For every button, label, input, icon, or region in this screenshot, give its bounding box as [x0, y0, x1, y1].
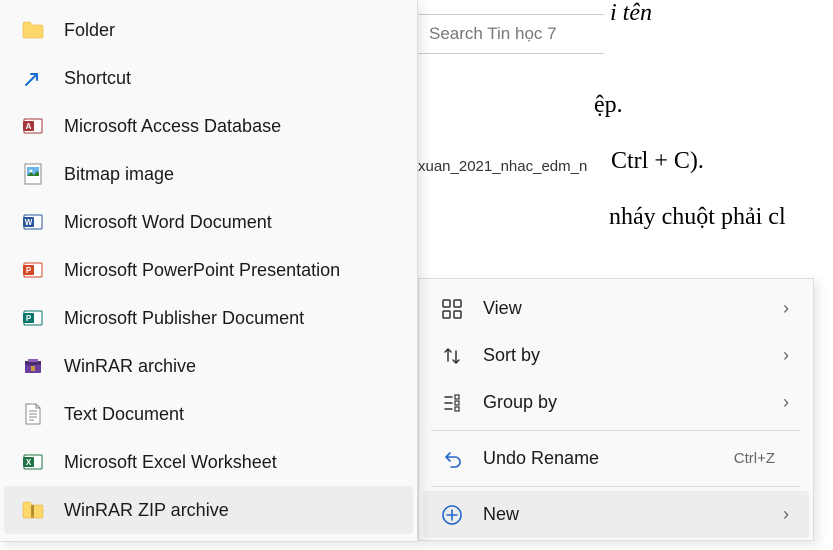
bg-text: Ctrl + C). [611, 148, 704, 175]
publisher-icon: P [22, 307, 44, 329]
sort-icon [441, 345, 463, 367]
new-winrar-archive[interactable]: WinRAR archive [4, 342, 413, 390]
new-powerpoint-presentation[interactable]: P Microsoft PowerPoint Presentation [4, 246, 413, 294]
ctx-label: Undo Rename [483, 448, 734, 469]
view-icon [441, 298, 463, 320]
new-item-label: Microsoft Publisher Document [64, 308, 304, 329]
ctx-label: View [483, 298, 781, 319]
new-item-label: Microsoft Access Database [64, 116, 281, 137]
new-folder[interactable]: Folder [4, 6, 413, 54]
new-access-database[interactable]: A Microsoft Access Database [4, 102, 413, 150]
winrar-zip-icon [22, 499, 44, 521]
svg-text:X: X [26, 458, 32, 467]
new-item-label: Folder [64, 20, 115, 41]
bg-text: ệp. [594, 92, 623, 119]
svg-text:P: P [26, 266, 32, 275]
context-menu: View › Sort by › Group by › Undo Rename … [418, 278, 814, 541]
ctx-shortcut: Ctrl+Z [734, 450, 775, 467]
group-icon [441, 392, 463, 414]
new-item-label: WinRAR ZIP archive [64, 500, 229, 521]
excel-icon: X [22, 451, 44, 473]
new-publisher-document[interactable]: P Microsoft Publisher Document [4, 294, 413, 342]
ctx-label: Sort by [483, 345, 781, 366]
folder-icon [22, 19, 44, 41]
new-item-label: Microsoft Excel Worksheet [64, 452, 277, 473]
new-shortcut[interactable]: Shortcut [4, 54, 413, 102]
file-name-text: xuan_2021_nhac_edm_n [418, 158, 587, 175]
new-item-label: Microsoft Word Document [64, 212, 272, 233]
new-item-label: Text Document [64, 404, 184, 425]
search-placeholder: Search Tin học 7 [429, 24, 557, 44]
ctx-new[interactable]: New › [423, 491, 809, 538]
new-bitmap-image[interactable]: Bitmap image [4, 150, 413, 198]
ctx-sort-by[interactable]: Sort by › [423, 332, 809, 379]
svg-text:P: P [26, 314, 32, 323]
chevron-right-icon: › [781, 345, 791, 366]
separator [431, 430, 801, 431]
winrar-icon [22, 355, 44, 377]
new-item-label: Shortcut [64, 68, 131, 89]
bitmap-icon [22, 163, 44, 185]
text-icon [22, 403, 44, 425]
ctx-group-by[interactable]: Group by › [423, 379, 809, 426]
new-text-document[interactable]: Text Document [4, 390, 413, 438]
word-icon: W [22, 211, 44, 233]
separator [431, 486, 801, 487]
ctx-undo-rename[interactable]: Undo Rename Ctrl+Z [423, 435, 809, 482]
ctx-label: New [483, 504, 781, 525]
access-icon: A [22, 115, 44, 137]
bg-text: nháy chuột phải cl [609, 204, 786, 231]
ctx-label: Group by [483, 392, 781, 413]
new-item-label: WinRAR archive [64, 356, 196, 377]
new-excel-worksheet[interactable]: X Microsoft Excel Worksheet [4, 438, 413, 486]
ctx-view[interactable]: View › [423, 285, 809, 332]
new-winrar-zip-archive[interactable]: WinRAR ZIP archive [4, 486, 413, 534]
new-item-label: Microsoft PowerPoint Presentation [64, 260, 340, 281]
chevron-right-icon: › [781, 298, 791, 319]
svg-text:A: A [26, 122, 32, 131]
chevron-right-icon: › [781, 504, 791, 525]
new-word-document[interactable]: W Microsoft Word Document [4, 198, 413, 246]
new-icon [441, 504, 463, 526]
search-input[interactable]: Search Tin học 7 [416, 14, 604, 54]
shortcut-icon [22, 67, 44, 89]
bg-text: i tên [610, 0, 652, 27]
chevron-right-icon: › [781, 392, 791, 413]
undo-icon [441, 448, 463, 470]
new-submenu: Folder Shortcut A Microsoft Access Datab… [0, 0, 418, 542]
powerpoint-icon: P [22, 259, 44, 281]
svg-text:W: W [25, 218, 33, 227]
new-item-label: Bitmap image [64, 164, 174, 185]
